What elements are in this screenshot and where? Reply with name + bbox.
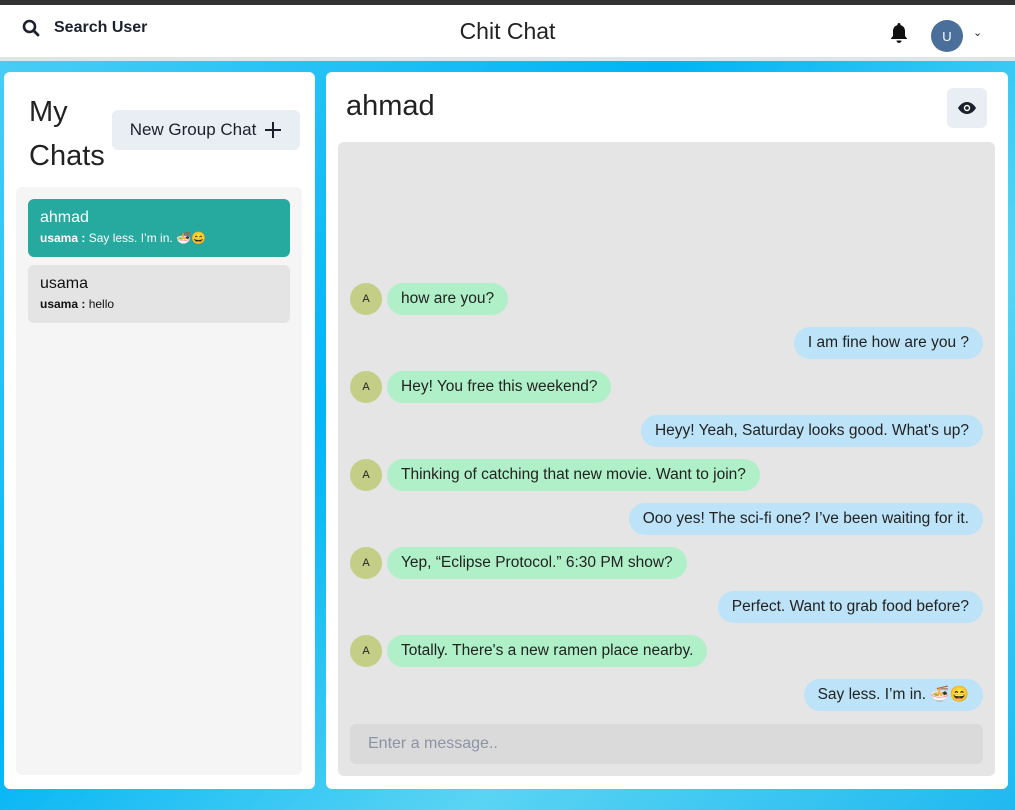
message-row: Perfect. Want to grab food before? (350, 591, 983, 623)
message-row: Say less. I’m in. 🍜😄 (350, 679, 983, 711)
plus-icon (265, 122, 282, 138)
app-title: Chit Chat (459, 18, 556, 44)
message-bubble: Hey! You free this weekend? (387, 371, 612, 403)
message-row: Heyy! Yeah, Saturday looks good. What's … (350, 415, 983, 447)
message-bubble: Yep, “Eclipse Protocol.” 6:30 PM show? (387, 547, 687, 579)
message-bubble: Thinking of catching that new movie. Wan… (387, 459, 760, 491)
chat-preview: usama : hello (40, 297, 278, 311)
sender-avatar: A (350, 371, 382, 403)
message-row: Ooo yes! The sci-fi one? I’ve been waiti… (350, 503, 983, 535)
eye-icon (958, 102, 976, 114)
search-user-button[interactable]: Search User (22, 19, 147, 37)
new-group-label: New Group Chat (129, 120, 257, 139)
chat-name: ahmad (40, 209, 89, 226)
chevron-down-icon[interactable]: ⌄ (973, 26, 982, 39)
message-row: A Yep, “Eclipse Protocol.” 6:30 PM show? (350, 547, 983, 579)
my-chats-title: My Chats (29, 90, 105, 178)
message-row: Ahow are you? (350, 283, 983, 315)
sender-avatar: A (350, 459, 382, 491)
new-group-chat-button[interactable]: New Group Chat (112, 110, 300, 150)
chat-item-ahmad[interactable]: ahmad usama : Say less. I’m in. 🍜😄 (28, 199, 290, 257)
my-chats-panel: My Chats New Group Chat ahmad usama : Say… (4, 72, 315, 789)
message-bubble: Say less. I’m in. 🍜😄 (803, 679, 983, 711)
message-bubble: Heyy! Yeah, Saturday looks good. What's … (640, 415, 983, 447)
title-line: Chats (29, 140, 105, 172)
message-bubble: Totally. There's a new ramen place nearb… (387, 635, 708, 667)
sender-avatar: A (350, 283, 382, 315)
message-row: A Totally. There's a new ramen place near… (350, 635, 983, 667)
message-bubble: how are you? (387, 283, 509, 315)
search-icon (22, 19, 40, 37)
search-user-label: Search User (54, 19, 148, 36)
preview-text: hello (88, 297, 115, 311)
message-bubble: I am fine how are you ? (793, 327, 983, 359)
preview-sender: usama : (40, 297, 86, 311)
chat-list: ahmad usama : Say less. I’m in. 🍜😄 usama… (16, 187, 302, 775)
preview-sender: usama : (40, 231, 86, 245)
view-profile-button[interactable] (947, 88, 987, 128)
chat-panel: ahmad Ahow are you? I am fine how are you… (326, 72, 1008, 789)
message-row: A Thinking of catching that new movie. Wa… (350, 459, 983, 491)
user-avatar[interactable]: U (931, 20, 963, 52)
chat-name: usama (40, 275, 89, 292)
message-row: A Hey! You free this weekend? (350, 371, 983, 403)
title-line: My (29, 96, 68, 128)
chat-preview: usama : Say less. I’m in. 🍜😄 (40, 231, 278, 245)
chat-title: ahmad (346, 90, 435, 122)
message-row: I am fine how are you ? (350, 327, 983, 359)
header: Search User Chit Chat U ⌄ (0, 5, 1015, 61)
sender-avatar: A (350, 547, 382, 579)
message-bubble: Ooo yes! The sci-fi one? I’ve been waiti… (628, 503, 983, 535)
sender-avatar: A (350, 635, 382, 667)
message-area: Ahow are you?I am fine how are you ?AHey… (338, 142, 995, 776)
message-input[interactable] (350, 724, 983, 764)
bell-icon[interactable] (889, 22, 909, 44)
message-bubble: Perfect. Want to grab food before? (717, 591, 983, 623)
chat-item-usama[interactable]: usama usama : hello (28, 265, 290, 323)
preview-text: Say less. I’m in. 🍜😄 (88, 231, 206, 245)
